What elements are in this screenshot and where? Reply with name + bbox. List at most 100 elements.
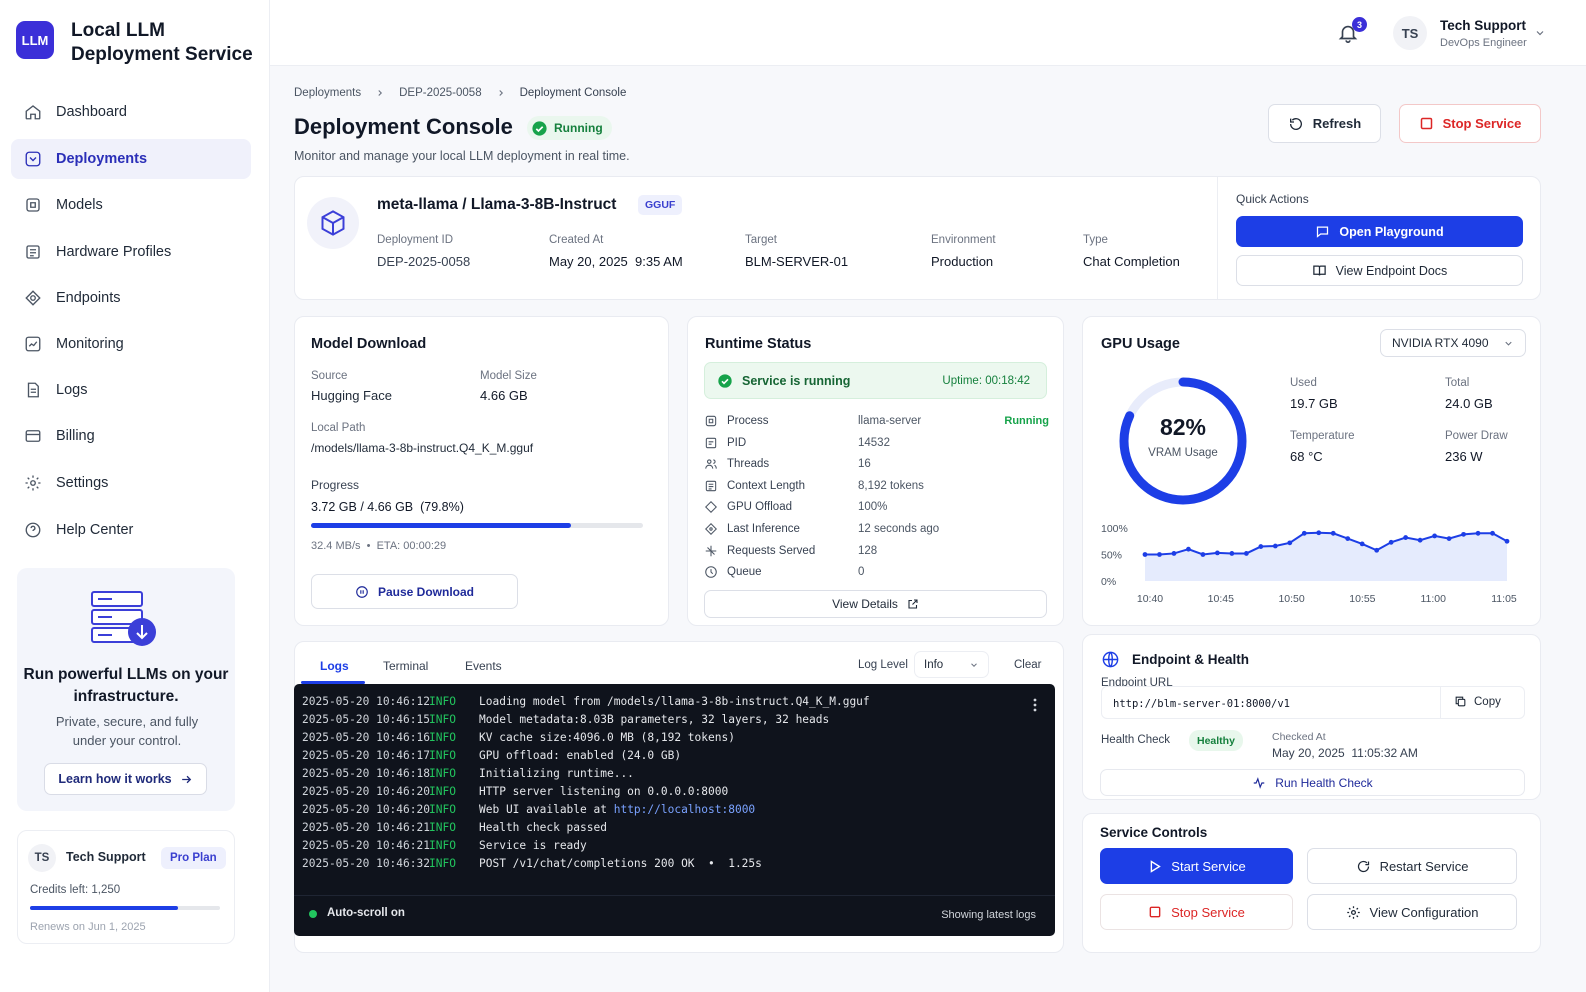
- endpoint-icon: [23, 288, 43, 308]
- logs-card: Logs Terminal Events Log Level Info Clea…: [294, 641, 1064, 953]
- endpoint-health-card: Endpoint & Health Endpoint URL http://bl…: [1082, 634, 1541, 800]
- model-download-title: Model Download: [311, 336, 427, 352]
- sidebar-item-models[interactable]: Models: [11, 185, 251, 225]
- chip-icon: [23, 242, 43, 262]
- gpu-usage-point: [1229, 551, 1235, 556]
- divider: [1217, 177, 1218, 299]
- deploy-icon: [23, 149, 43, 169]
- checked-at-value: May 20, 2025 11:05:32 AM: [1272, 746, 1418, 760]
- path-value: /models/llama-3-8b-instruct.Q4_K_M.gguf: [311, 441, 534, 455]
- sidebar-item-dashboard[interactable]: Dashboard: [11, 92, 251, 132]
- start-service-button[interactable]: Start Service: [1100, 848, 1293, 884]
- learn-how-button[interactable]: Learn how it works: [44, 763, 207, 795]
- restart-service-button[interactable]: Restart Service: [1307, 848, 1517, 884]
- log-level: INFO: [429, 767, 456, 780]
- refresh-label: Refresh: [1312, 116, 1362, 131]
- pause-download-button[interactable]: Pause Download: [311, 574, 518, 609]
- sidebar-item-deployments[interactable]: Deployments: [11, 139, 251, 179]
- globe-icon: [1101, 650, 1120, 669]
- stop-service-button[interactable]: Stop Service: [1100, 894, 1293, 930]
- autoscroll-toggle[interactable]: Auto-scroll on: [327, 907, 405, 919]
- runtime-value: 14532: [858, 436, 890, 449]
- progress-label: Progress: [311, 478, 360, 492]
- health-status-badge: Healthy: [1189, 730, 1243, 751]
- breadcrumb-item-deployments[interactable]: Deployments: [294, 87, 361, 99]
- log-time: 2025-05-20 10:46:15: [302, 713, 430, 726]
- context-icon: [704, 479, 718, 493]
- gpu-device-value: NVIDIA RTX 4090: [1392, 336, 1489, 350]
- more-vertical-icon[interactable]: [1033, 698, 1037, 712]
- sidebar-item-hardware-profiles[interactable]: Hardware Profiles: [11, 232, 251, 272]
- service-running-text: Service is running: [742, 374, 851, 388]
- gpu-device-select[interactable]: NVIDIA RTX 4090: [1380, 329, 1526, 357]
- refresh-button[interactable]: Refresh: [1268, 104, 1381, 143]
- open-playground-label: Open Playground: [1339, 224, 1444, 239]
- view-endpoint-docs-button[interactable]: View Endpoint Docs: [1236, 255, 1523, 286]
- x-tick-label: 10:40: [1137, 593, 1163, 605]
- model-name: meta-llama / Llama-3-8B-Instruct: [377, 196, 617, 213]
- log-time: 2025-05-20 10:46:20: [302, 785, 430, 798]
- runtime-status-title: Runtime Status: [705, 336, 812, 352]
- source-label: Source: [311, 370, 348, 382]
- gpu-usage-point: [1186, 546, 1191, 552]
- log-level-select[interactable]: Info: [914, 651, 989, 678]
- gpu-usage-point: [1504, 538, 1510, 544]
- tab-logs[interactable]: Logs: [320, 659, 349, 673]
- log-level: INFO: [429, 785, 456, 798]
- sidebar-item-billing[interactable]: Billing: [11, 416, 251, 456]
- sidebar-item-logs[interactable]: Logs: [11, 370, 251, 410]
- plan-avatar: TS: [28, 844, 56, 872]
- view-details-label: View Details: [832, 597, 898, 611]
- sidebar-item-help-center[interactable]: Help Center: [11, 510, 251, 550]
- endpoint-url-field[interactable]: http://blm-server-01:8000/v1 Copy: [1101, 686, 1525, 719]
- temperature-label: Temperature: [1290, 430, 1355, 442]
- open-playground-button[interactable]: Open Playground: [1236, 216, 1523, 247]
- threads-icon: [704, 457, 718, 471]
- runtime-key: Queue: [727, 566, 762, 579]
- gpu-usage-point: [1417, 537, 1423, 543]
- plan-badge: Pro Plan: [161, 847, 226, 869]
- activity-icon: [1252, 776, 1266, 790]
- gpu-usage-point: [1345, 536, 1351, 541]
- log-time: 2025-05-20 10:46:18: [302, 767, 430, 780]
- log-message: Model metadata:8.03B parameters, 32 laye…: [479, 713, 830, 726]
- runtime-state: Running: [1004, 415, 1049, 427]
- source-value: Hugging Face: [311, 388, 392, 403]
- book-icon: [1312, 263, 1327, 278]
- y-tick-label: 100%: [1101, 523, 1128, 535]
- stop-service-header-button[interactable]: Stop Service: [1399, 104, 1541, 143]
- requests-icon: [704, 544, 718, 558]
- view-configuration-button[interactable]: View Configuration: [1307, 894, 1517, 930]
- copy-label: Copy: [1474, 695, 1501, 708]
- log-level: INFO: [429, 713, 456, 726]
- divider: [1440, 687, 1441, 718]
- run-health-check-button[interactable]: Run Health Check: [1100, 769, 1525, 796]
- gpu-usage-point: [1157, 552, 1162, 557]
- model-cube-icon: [307, 197, 359, 249]
- type-value: Chat Completion: [1083, 254, 1180, 269]
- checked-at-label: Checked At: [1272, 731, 1326, 743]
- avatar[interactable]: TS: [1393, 16, 1427, 50]
- chevron-down-icon[interactable]: [1534, 27, 1546, 39]
- sidebar-item-label: Help Center: [56, 522, 134, 538]
- log-link[interactable]: http://localhost:8000: [614, 803, 755, 821]
- sidebar-item-endpoints[interactable]: Endpoints: [11, 278, 251, 318]
- app-logo[interactable]: LLM: [16, 21, 54, 59]
- breadcrumb-item-deployment-id[interactable]: DEP-2025-0058: [399, 87, 481, 99]
- tab-events[interactable]: Events: [465, 659, 502, 673]
- view-details-button[interactable]: View Details: [704, 590, 1047, 618]
- runtime-row: Process llama-server Running: [704, 411, 1049, 431]
- log-line: 2025-05-20 10:46:15 INFO Model metadata:8.…: [302, 713, 829, 731]
- card-icon: [23, 426, 43, 446]
- clear-logs-button[interactable]: Clear: [1014, 659, 1041, 671]
- home-icon: [23, 102, 43, 122]
- tab-terminal[interactable]: Terminal: [383, 659, 428, 673]
- log-level: INFO: [429, 731, 456, 744]
- log-console[interactable]: 2025-05-20 10:46:12 INFO Loading model fro…: [294, 684, 1055, 936]
- view-endpoint-docs-label: View Endpoint Docs: [1335, 263, 1448, 278]
- sidebar-item-monitoring[interactable]: Monitoring: [11, 324, 251, 364]
- log-level: INFO: [429, 749, 456, 762]
- field-label: Type: [1083, 234, 1108, 246]
- copy-button[interactable]: Copy: [1454, 695, 1501, 708]
- sidebar-item-settings[interactable]: Settings: [11, 463, 251, 503]
